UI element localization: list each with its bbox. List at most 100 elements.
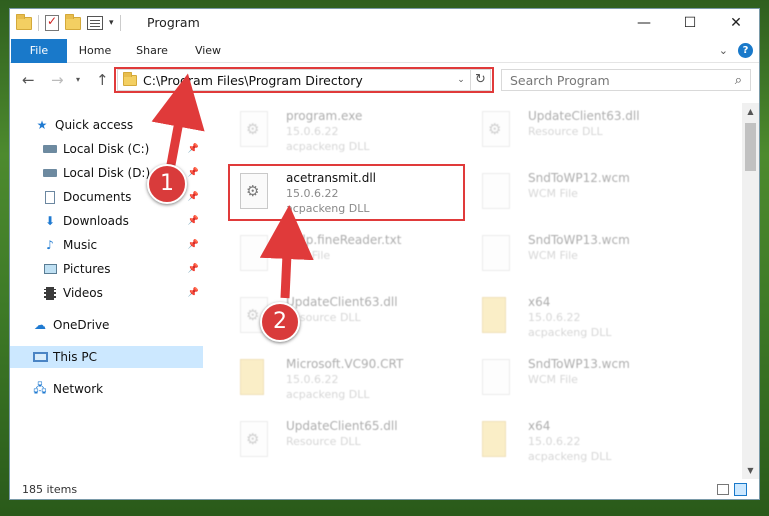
toolbar-separator [38,15,39,31]
pin-icon[interactable]: 📌 [188,264,199,274]
quick-access-toolbar: ▾ [16,13,121,32]
pin-icon[interactable]: 📌 [188,168,199,178]
file-name: UpdateClient63.dll [286,295,398,309]
folder-icon[interactable] [16,13,32,30]
sidebar-item-label: Music [63,238,98,252]
title-bar: ▾ Program — ☐ ✕ [10,9,759,37]
recent-locations-chevron-icon[interactable]: ▾ [76,75,80,84]
file-name: SndToWP12.wcm [528,171,630,185]
new-folder-icon[interactable] [65,13,81,30]
file-version: 15.0.6.22 [528,311,581,324]
sidebar-item-label: Pictures [63,262,111,276]
list-item[interactable]: SndToWP13.wcm WCM File [468,227,708,285]
file-type: WCM File [528,373,578,386]
file-description: acpackeng DLL [528,450,612,463]
sidebar-item-network[interactable]: 🖧 Network [10,378,203,400]
star-icon: ★ [36,118,48,132]
sidebar-item-pictures[interactable]: Pictures 📌 [10,258,203,280]
list-item[interactable]: x64 15.0.6.22 acpackeng DLL [468,413,708,471]
file-description: acpackeng DLL [286,140,370,153]
ribbon-right-controls: ⌄ ? [719,43,753,58]
file-version: 15.0.6.22 [286,125,339,138]
status-bar: 185 items [10,479,759,499]
tab-share[interactable]: Share [130,39,174,63]
pin-icon[interactable]: 📌 [188,240,199,250]
list-item[interactable]: SndToWP13.wcm WCM File [468,351,708,409]
forward-arrow-icon[interactable]: → [51,71,64,89]
sidebar-item-this-pc[interactable]: This PC [10,346,203,368]
sidebar-item-label: Local Disk (D:) [63,166,151,180]
sidebar-item-label: Documents [63,190,132,204]
file-name: Microsoft.VC90.CRT [286,357,404,371]
list-item[interactable]: UpdateClient63.dll Resource DLL [468,103,708,161]
ribbon-tabs: File Home Share View ⌄ ? [10,39,759,63]
file-highlight-box [228,164,465,221]
file-type: Resource DLL [286,435,361,448]
explorer-window: ▾ Program — ☐ ✕ File Home Share View ⌄ ?… [9,8,760,500]
dll-file-icon [482,111,510,147]
sidebar-item-label: This PC [53,350,97,364]
navigation-row: ← → ▾ ↑ C:\Program Files\Program Directo… [10,65,759,95]
file-name: SndToWP13.wcm [528,233,630,247]
toolbar-separator [119,15,121,31]
sidebar-item-local-disk-c[interactable]: Local Disk (C:) 📌 [10,138,203,160]
details-view-icon[interactable] [717,484,729,495]
tab-file[interactable]: File [11,39,67,63]
item-count: 185 items [22,483,78,496]
search-input[interactable]: Search Program ⌕ [501,69,751,91]
help-icon[interactable]: ? [738,43,753,58]
vertical-scrollbar[interactable]: ▲ ▼ [742,103,759,479]
list-item[interactable]: SndToWP12.wcm WCM File [468,165,708,223]
scrollbar-thumb[interactable] [745,123,756,171]
pc-icon [32,350,48,364]
navigation-pane: ★ Quick access Local Disk (C:) 📌 Local D… [10,103,203,479]
tab-view[interactable]: View [186,39,230,63]
minimize-button[interactable]: — [621,9,667,37]
sidebar-item-label: Downloads [63,214,129,228]
scroll-down-arrow-icon[interactable]: ▼ [742,462,759,479]
customize-toolbar-chevron-icon[interactable]: ▾ [109,18,114,28]
pin-icon[interactable]: 📌 [188,192,199,202]
properties-icon[interactable] [87,16,103,30]
pin-icon[interactable]: 📌 [188,216,199,226]
file-version: 15.0.6.22 [286,373,339,386]
list-item[interactable]: UpdateClient65.dll Resource DLL [226,413,466,471]
documents-icon [42,190,58,204]
maximize-button[interactable]: ☐ [667,9,713,37]
list-item[interactable]: x64 15.0.6.22 acpackeng DLL [468,289,708,347]
cloud-icon: ☁ [34,318,46,332]
list-item[interactable]: program.exe 15.0.6.22 acpackeng DLL [226,103,466,161]
list-item[interactable]: Microsoft.VC90.CRT 15.0.6.22 acpackeng D… [226,351,466,409]
address-highlight-box [114,67,494,93]
sidebar-item-label: Network [53,382,104,396]
file-name: UpdateClient65.dll [286,419,398,433]
sidebar-item-videos[interactable]: Videos 📌 [10,282,203,304]
list-item[interactable]: Help.fineReader.txt Text File [226,227,466,285]
file-type: Text File [286,249,331,262]
pin-icon[interactable]: 📌 [188,288,199,298]
sidebar-item-quick-access[interactable]: ★ Quick access [10,114,203,136]
pin-icon[interactable]: 📌 [188,144,199,154]
folder-icon [240,359,264,395]
file-type: WCM File [528,187,578,200]
file-list: program.exe 15.0.6.22 acpackeng DLL Upda… [212,103,738,479]
sidebar-item-onedrive[interactable]: ☁ OneDrive [10,314,203,336]
properties-check-icon[interactable] [45,14,59,31]
sidebar-item-label: Local Disk (C:) [63,142,150,156]
file-type: Resource DLL [528,125,603,138]
file-name: UpdateClient63.dll [528,109,640,123]
sidebar-item-downloads[interactable]: ⬇ Downloads 📌 [10,210,203,232]
large-icons-view-icon[interactable] [734,483,747,496]
expand-ribbon-chevron-icon[interactable]: ⌄ [719,44,728,57]
back-arrow-icon[interactable]: ← [22,71,35,89]
disk-icon [42,166,58,180]
up-arrow-icon[interactable]: ↑ [96,71,109,89]
file-version: 15.0.6.22 [528,435,581,448]
folder-icon [482,421,506,457]
text-file-icon [240,235,268,271]
sidebar-item-music[interactable]: ♪ Music 📌 [10,234,203,256]
scroll-up-arrow-icon[interactable]: ▲ [742,103,759,120]
disk-icon [42,142,58,156]
tab-home[interactable]: Home [72,39,118,63]
close-button[interactable]: ✕ [713,9,759,37]
